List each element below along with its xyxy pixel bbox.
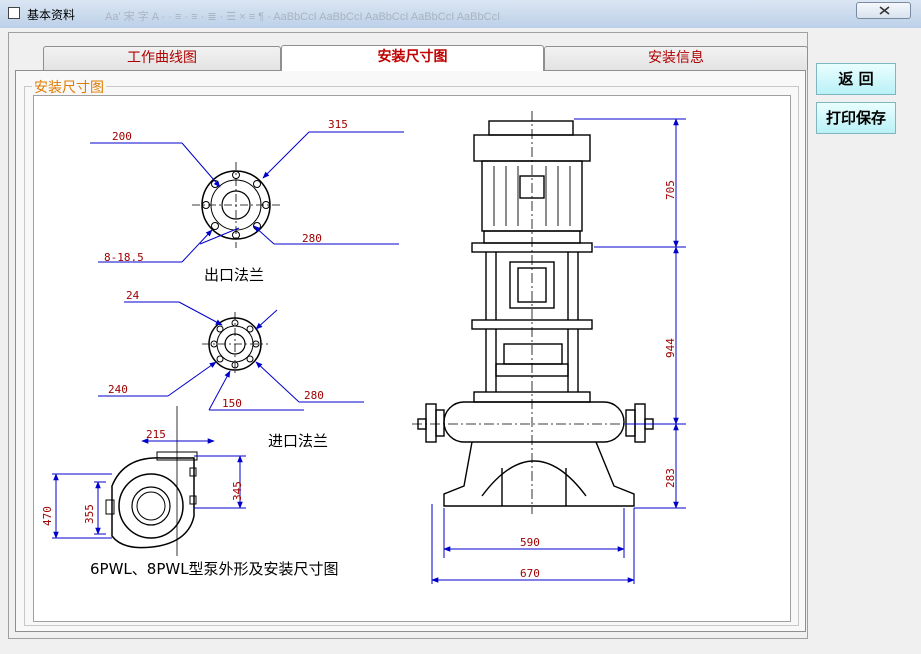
pump-dimension-lines	[431, 118, 686, 584]
print-save-button[interactable]: 打印保存	[816, 102, 896, 134]
dim-inlet-240: 240	[108, 383, 128, 396]
dimension-drawing: 200 315 280 8-18.5 出口法兰 24 240 150 280 进…	[33, 95, 791, 622]
drawing-canvas: 200 315 280 8-18.5 出口法兰 24 240 150 280 进…	[41, 111, 686, 584]
tab-install-info[interactable]: 安装信息	[544, 46, 808, 70]
dim-side-470: 470	[41, 506, 54, 526]
inlet-flange-caption: 进口法兰	[268, 432, 328, 450]
dim-inlet-280: 280	[304, 389, 324, 402]
group-label: 安装尺寸图	[32, 77, 106, 97]
dim-pump-944: 944	[664, 338, 677, 358]
ghost-toolbar-artifact: Aa' 宋 字 A · · ≡ · ≡ · ≣ · ☰ × ≡ ¶ · AaBb…	[105, 11, 501, 23]
dim-outlet-280: 280	[302, 232, 322, 245]
tab-work-curve[interactable]: 工作曲线图	[43, 46, 281, 70]
close-button[interactable]	[856, 2, 911, 19]
application-window: 基本资料 Aa' 宋 字 A · · ≡ · ≡ · ≣ · ☰ × ≡ ¶ ·…	[0, 0, 921, 654]
app-icon	[8, 7, 20, 19]
pump-side-view-drawing: 215 470 355 345	[41, 406, 246, 556]
dim-pump-670: 670	[520, 567, 540, 580]
outlet-flange-caption: 出口法兰	[204, 266, 264, 284]
main-drawing-caption: 6PWL、8PWL型泵外形及安装尺寸图	[90, 560, 339, 578]
dim-pump-283: 283	[664, 468, 677, 488]
dim-side-215: 215	[146, 428, 166, 441]
dim-outlet-315: 315	[328, 118, 348, 131]
title-bar: 基本资料 Aa' 宋 字 A · · ≡ · ≡ · ≣ · ☰ × ≡ ¶ ·…	[0, 0, 921, 29]
pump-elevation-drawing	[412, 111, 660, 514]
close-icon	[879, 6, 890, 15]
dim-side-355: 355	[83, 504, 96, 524]
back-button[interactable]: 返 回	[816, 63, 896, 95]
window-title: 基本资料	[27, 8, 76, 22]
tab-install-dimensions[interactable]: 安装尺寸图	[281, 45, 544, 71]
dim-side-345: 345	[231, 481, 244, 501]
dim-inlet-24: 24	[126, 289, 140, 302]
inlet-flange-drawing: 24 240 150 280 进口法兰	[98, 289, 364, 450]
dim-pump-705: 705	[664, 180, 677, 200]
dim-outlet-200: 200	[112, 130, 132, 143]
dim-pump-590: 590	[520, 536, 540, 549]
dim-outlet-holes: 8-18.5	[104, 251, 144, 264]
dim-inlet-150: 150	[222, 397, 242, 410]
outlet-flange-drawing: 200 315 280 8-18.5 出口法兰	[90, 118, 404, 284]
